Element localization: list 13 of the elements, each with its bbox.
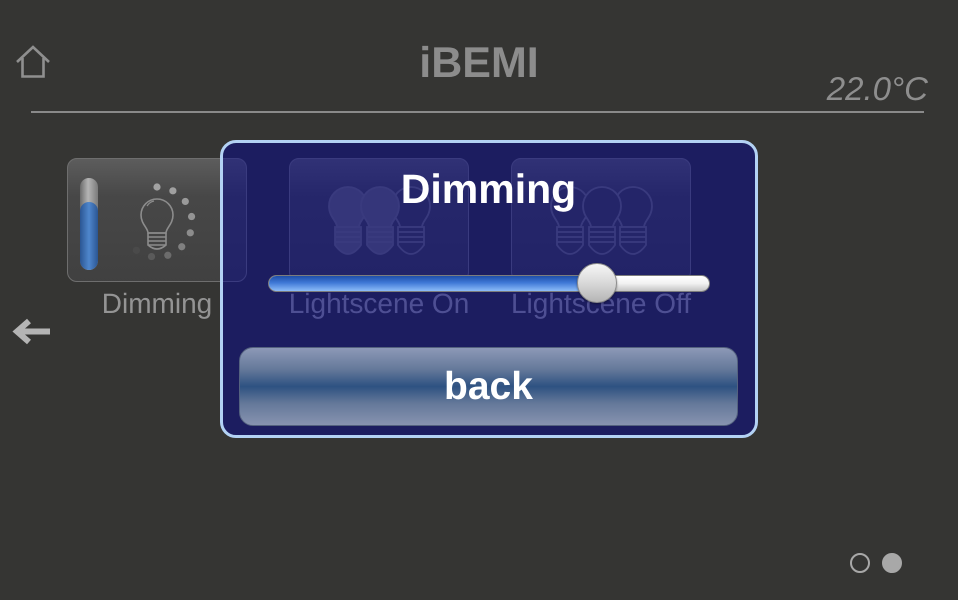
page-dot[interactable] <box>850 553 870 573</box>
back-arrow-button[interactable] <box>12 318 52 345</box>
page-dot[interactable] <box>882 553 902 573</box>
dimmer-tile[interactable] <box>67 158 247 282</box>
temperature-reading: 22.0°C <box>826 72 928 105</box>
app-title: iBEMI <box>419 42 539 85</box>
left-arrow-icon <box>12 318 52 345</box>
light-bulb-icon <box>132 183 196 261</box>
back-button[interactable]: back <box>239 346 738 426</box>
tile-label: Dimming <box>102 290 212 318</box>
home-button[interactable] <box>15 45 51 79</box>
home-icon <box>15 45 51 79</box>
dialog-title: Dimming <box>400 169 576 210</box>
